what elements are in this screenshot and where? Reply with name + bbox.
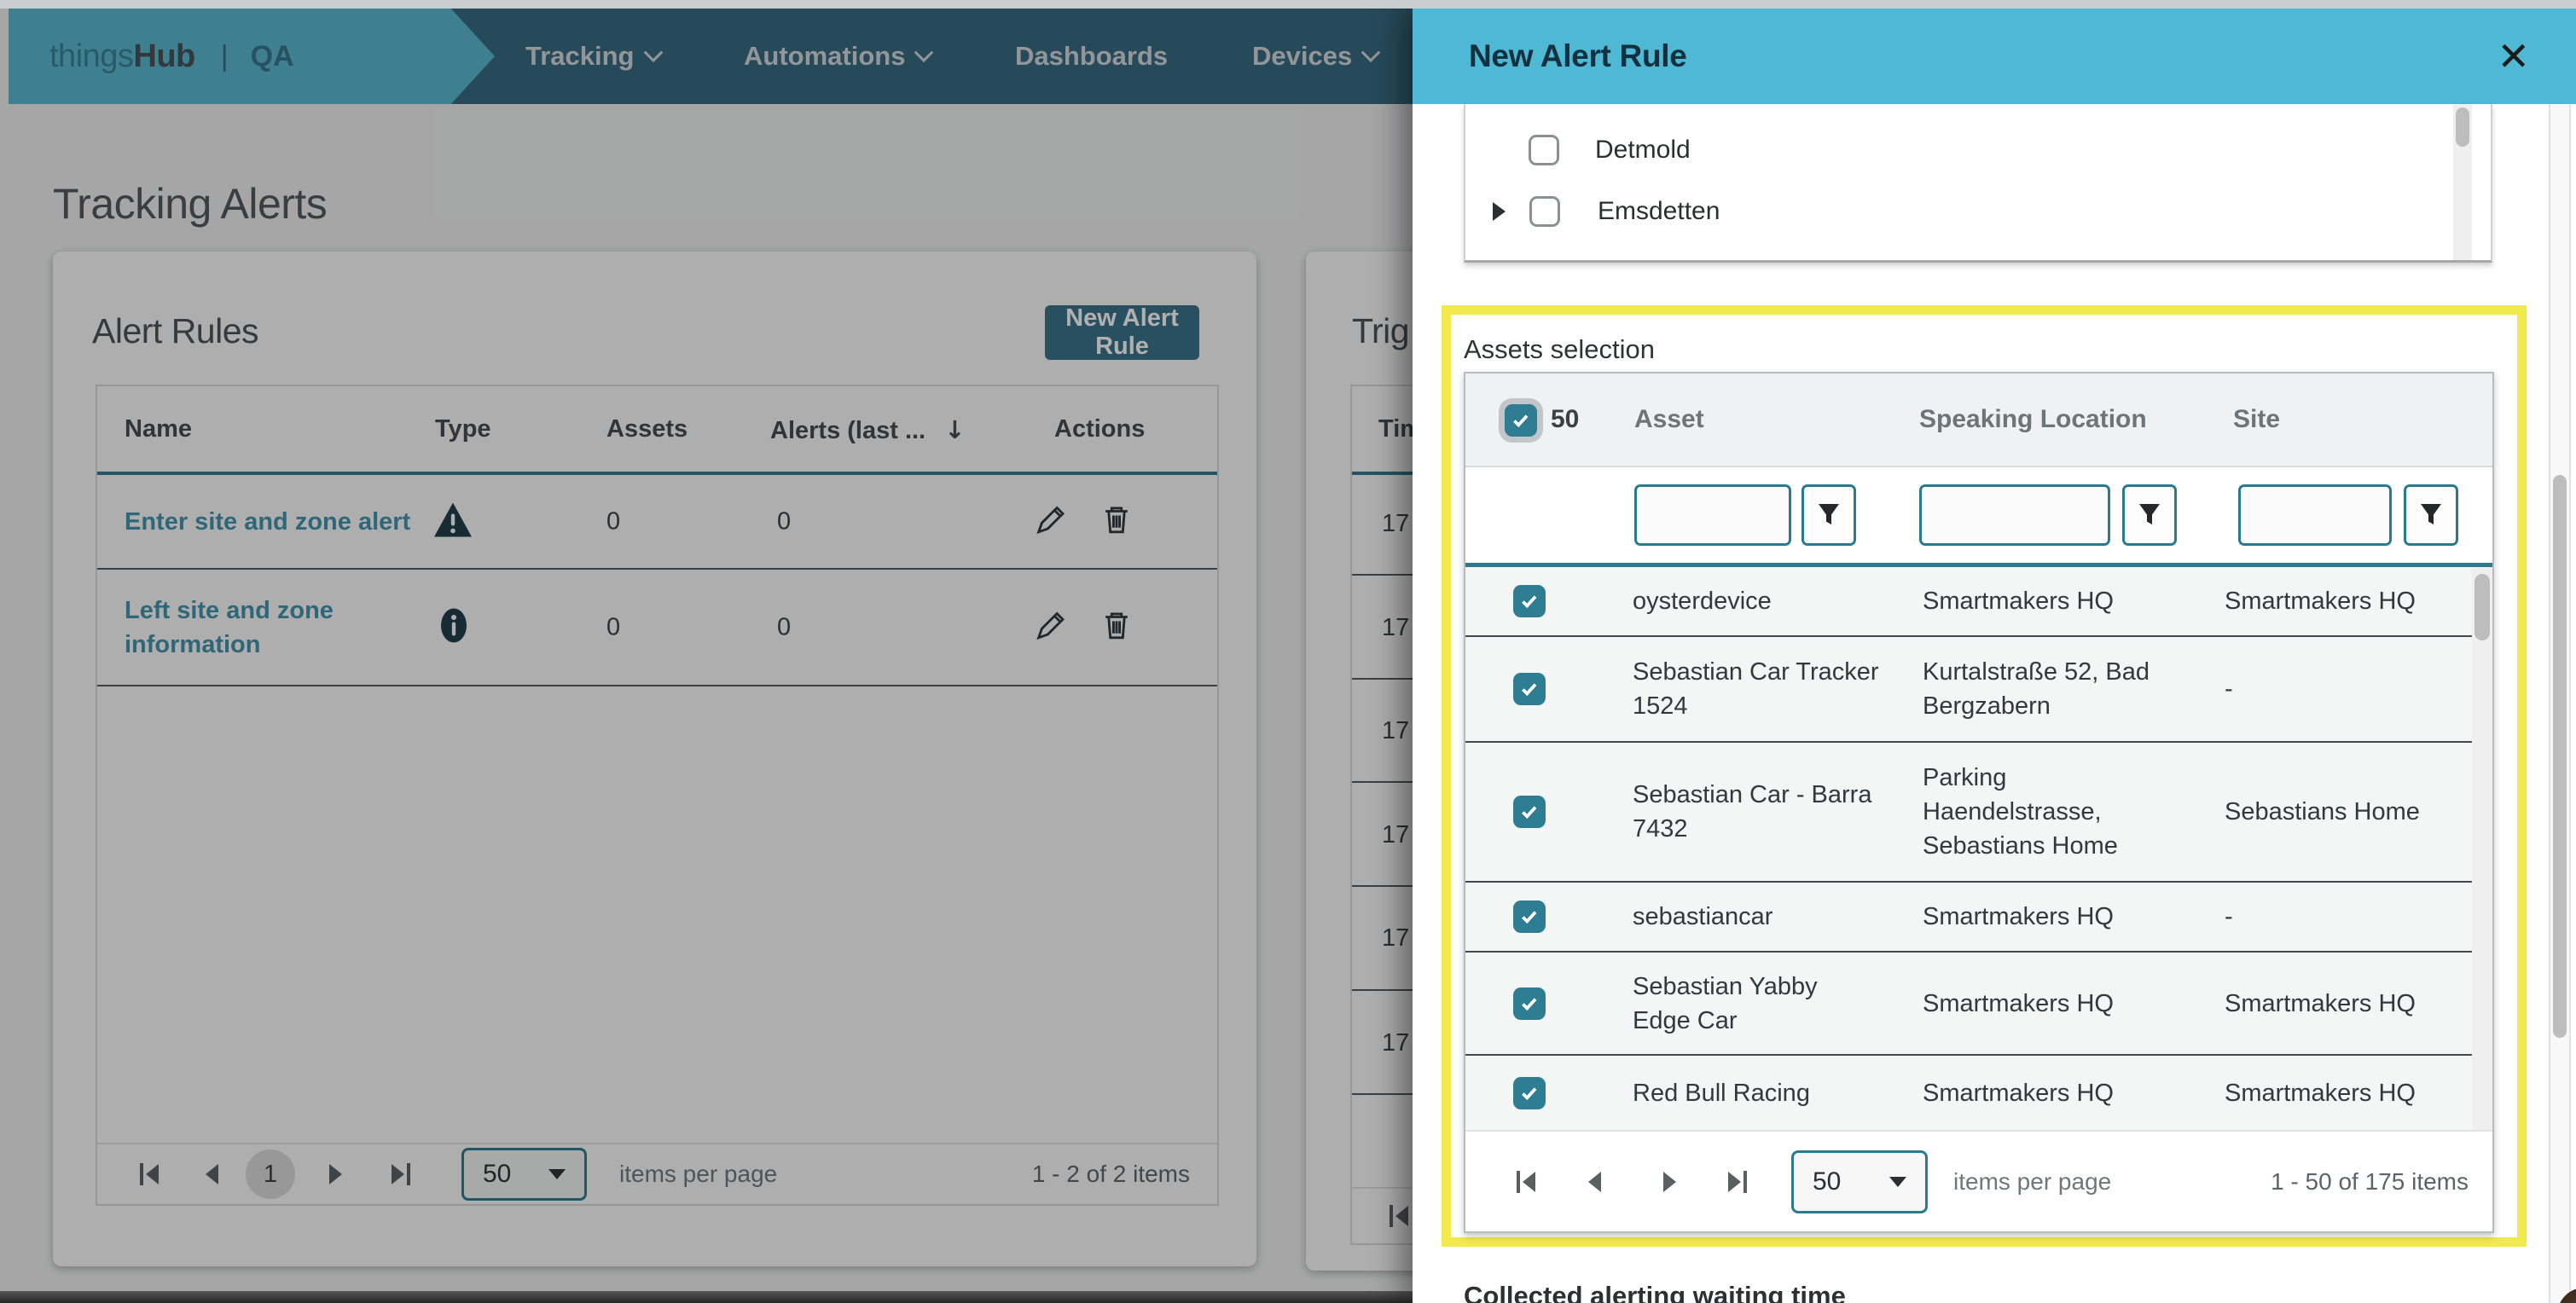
pager-first-button[interactable] — [1517, 1171, 1535, 1193]
scrollbar-thumb[interactable] — [2474, 574, 2490, 640]
site: - — [2225, 900, 2472, 934]
assets-grid: 50 Asset Speaking Location Site — [1464, 372, 2494, 1233]
checkbox[interactable] — [1529, 196, 1560, 227]
column-header-speaking-location[interactable]: Speaking Location — [1919, 405, 2147, 434]
tree-item-label: Site B — [1605, 262, 1674, 263]
panel-title: New Alert Rule — [1469, 38, 1687, 74]
asset-filter-button[interactable] — [1801, 484, 1856, 546]
speaking-location-filter-input[interactable] — [1919, 484, 2110, 546]
panel-header: New Alert Rule ✕ — [1413, 9, 2576, 104]
site: Smartmakers HQ — [2225, 584, 2472, 618]
asset-name: Red Bull Racing — [1633, 1076, 1880, 1110]
checkbox[interactable] — [1539, 261, 1569, 263]
tree-item-emsdetten[interactable]: Emsdetten — [1465, 184, 2446, 239]
asset-row[interactable]: sebastiancar Smartmakers HQ - — [1465, 883, 2475, 953]
asset-row[interactable]: Sebastian Car - Barra 7432 Parking Haend… — [1465, 743, 2475, 883]
row-checkbox[interactable] — [1513, 1077, 1546, 1109]
asset-name: oysterdevice — [1633, 584, 1880, 618]
select-all-count: 50 — [1551, 405, 1579, 434]
scrollbar-thumb[interactable] — [2456, 107, 2469, 147]
filter-funnel-icon — [2138, 503, 2161, 527]
pager-range-label: 1 - 50 of 175 items — [2213, 1168, 2469, 1196]
pager-prev-button[interactable] — [1588, 1172, 1601, 1192]
collected-waiting-time-label: Collected alerting waiting time — [1464, 1281, 1846, 1303]
page-size-value: 50 — [1813, 1167, 1841, 1196]
speaking-location: Smartmakers HQ — [1923, 987, 2161, 1021]
grid-pager: 50 items per page 1 - 50 of 175 items — [1465, 1130, 2492, 1231]
row-checkbox[interactable] — [1513, 673, 1546, 705]
speaking-location: Kurtalstraße 52, Bad Bergzabern — [1923, 655, 2161, 723]
grid-header: 50 Asset Speaking Location Site — [1465, 374, 2492, 467]
filter-funnel-icon — [2420, 503, 2442, 527]
window-top-edge — [0, 0, 2576, 9]
row-checkbox[interactable] — [1513, 585, 1546, 617]
speaking-location: Smartmakers HQ — [1923, 584, 2161, 618]
modal-backdrop[interactable] — [0, 0, 1413, 1303]
row-checkbox[interactable] — [1513, 987, 1546, 1020]
grid-filter-row — [1465, 467, 2492, 563]
tree-item-label: Detmold — [1595, 136, 1691, 165]
pager-last-button[interactable] — [1728, 1171, 1747, 1193]
asset-row[interactable]: Sebastian Car Tracker 1524 Kurtalstraße … — [1465, 637, 2475, 743]
column-header-asset[interactable]: Asset — [1634, 405, 1704, 434]
asset-row[interactable]: oysterdevice Smartmakers HQ Smartmakers … — [1465, 567, 2475, 637]
asset-name: Sebastian Car Tracker 1524 — [1633, 655, 1880, 723]
tree-item-partial[interactable]: Site B — [1465, 249, 2446, 263]
tree-item-label: Emsdetten — [1598, 197, 1720, 226]
filter-funnel-icon — [1818, 503, 1840, 527]
column-header-site[interactable]: Site — [2233, 405, 2280, 434]
assets-selection-label: Assets selection — [1464, 334, 1655, 365]
dropdown-arrow-icon — [1889, 1177, 1906, 1187]
items-per-page-label: items per page — [1953, 1168, 2111, 1196]
page-size-select[interactable]: 50 — [1791, 1150, 1928, 1213]
select-all-checkbox[interactable] — [1505, 404, 1537, 437]
speaking-location: Smartmakers HQ — [1923, 900, 2161, 934]
app-screen: thingsHub | QA Tracking Automations Dash… — [0, 0, 2576, 1303]
site: Smartmakers HQ — [2225, 1076, 2472, 1110]
speaking-location: Parking Haendelstrasse, Sebastians Home — [1923, 761, 2161, 863]
site-filter-input[interactable] — [2238, 484, 2392, 546]
site: Smartmakers HQ — [2225, 987, 2472, 1021]
scrollbar-thumb[interactable] — [2553, 475, 2567, 1038]
expand-caret-icon[interactable] — [1493, 202, 1506, 221]
location-tree: Detmold Emsdetten Site B — [1464, 104, 2492, 263]
panel-scrollbar[interactable] — [2549, 104, 2571, 1303]
asset-name: Sebastian Car - Barra 7432 — [1633, 778, 1880, 846]
asset-name: sebastiancar — [1633, 900, 1880, 934]
site-filter-button[interactable] — [2404, 484, 2458, 546]
speaking-location-filter-button[interactable] — [2122, 484, 2177, 546]
row-checkbox[interactable] — [1513, 796, 1546, 828]
speaking-location: Smartmakers HQ — [1923, 1076, 2161, 1110]
pager-next-button[interactable] — [1663, 1172, 1676, 1192]
checkbox[interactable] — [1529, 135, 1559, 165]
asset-row[interactable]: Sebastian Yabby Edge Car Smartmakers HQ … — [1465, 953, 2475, 1056]
close-icon[interactable]: ✕ — [2497, 37, 2530, 76]
new-alert-rule-panel: New Alert Rule ✕ Detmold Emsdetten Site … — [1413, 9, 2576, 1303]
grid-scrollbar[interactable] — [2472, 567, 2492, 1130]
row-checkbox[interactable] — [1513, 901, 1546, 933]
asset-filter-input[interactable] — [1634, 484, 1791, 546]
site: - — [2225, 672, 2472, 706]
asset-name: Sebastian Yabby Edge Car — [1633, 970, 1880, 1038]
tree-item-detmold[interactable]: Detmold — [1465, 123, 2446, 177]
site: Sebastians Home — [2225, 795, 2472, 829]
tree-scrollbar[interactable] — [2453, 104, 2472, 263]
asset-row[interactable]: Red Bull Racing Smartmakers HQ Smartmake… — [1465, 1056, 2475, 1130]
